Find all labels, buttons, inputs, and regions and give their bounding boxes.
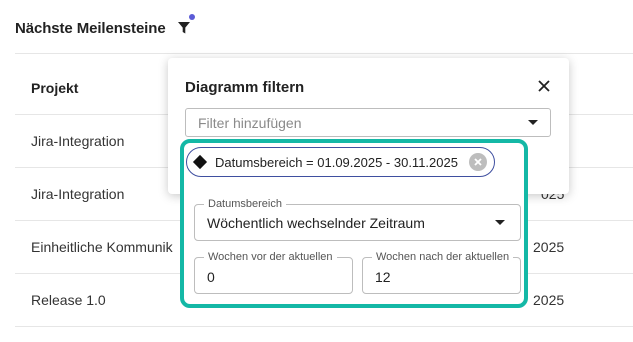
close-icon (474, 158, 482, 166)
filter-icon (177, 22, 190, 34)
close-icon (538, 80, 550, 92)
weeks-before-input[interactable]: Wochen vor der aktuellen 0 (194, 251, 353, 294)
filter-chip-label: Datumsbereich = 01.09.2025 - 30.11.2025 (215, 154, 458, 170)
chevron-down-icon (528, 120, 538, 125)
close-button[interactable] (537, 79, 551, 93)
date-range-filter-panel: Datumsbereich = 01.09.2025 - 30.11.2025 … (180, 139, 528, 308)
weeks-after-value: 12 (375, 269, 391, 285)
chevron-down-icon (495, 220, 505, 225)
add-filter-select[interactable] (185, 108, 551, 137)
weeks-after-label: Wochen nach der aktuellen (372, 251, 514, 263)
table-row-date: 2025 (533, 239, 565, 255)
widget-title: Nächste Meilensteine (15, 19, 166, 37)
date-range-label: Datumsbereich (204, 198, 286, 210)
date-range-select[interactable]: Datumsbereich Wöchentlich wechselnder Ze… (194, 198, 521, 241)
column-header-projekt: Projekt (31, 80, 79, 96)
chip-remove-button[interactable] (469, 153, 487, 171)
table-row-project[interactable]: Einheitliche Kommunik (31, 239, 173, 255)
table-row-project[interactable]: Jira-Integration (31, 133, 124, 149)
popup-title: Diagramm filtern (185, 79, 305, 96)
table-row-project[interactable]: Jira-Integration (31, 186, 124, 202)
weeks-before-value: 0 (207, 269, 215, 285)
table-row-date: 2025 (533, 292, 565, 308)
table-row-project[interactable]: Release 1.0 (31, 292, 106, 308)
weeks-after-input[interactable]: Wochen nach der aktuellen 12 (362, 251, 521, 294)
filter-active-indicator (188, 14, 195, 20)
date-range-value: Wöchentlich wechselnder Zeitraum (207, 215, 425, 231)
divider (15, 53, 633, 54)
filter-chip[interactable]: Datumsbereich = 01.09.2025 - 30.11.2025 (186, 147, 495, 177)
divider (15, 326, 633, 327)
widget-header: Nächste Meilensteine (15, 14, 195, 37)
add-filter-input[interactable] (198, 114, 528, 131)
weeks-before-label: Wochen vor der aktuellen (204, 251, 337, 263)
diamond-icon (192, 154, 208, 170)
filter-button[interactable] (176, 14, 195, 37)
